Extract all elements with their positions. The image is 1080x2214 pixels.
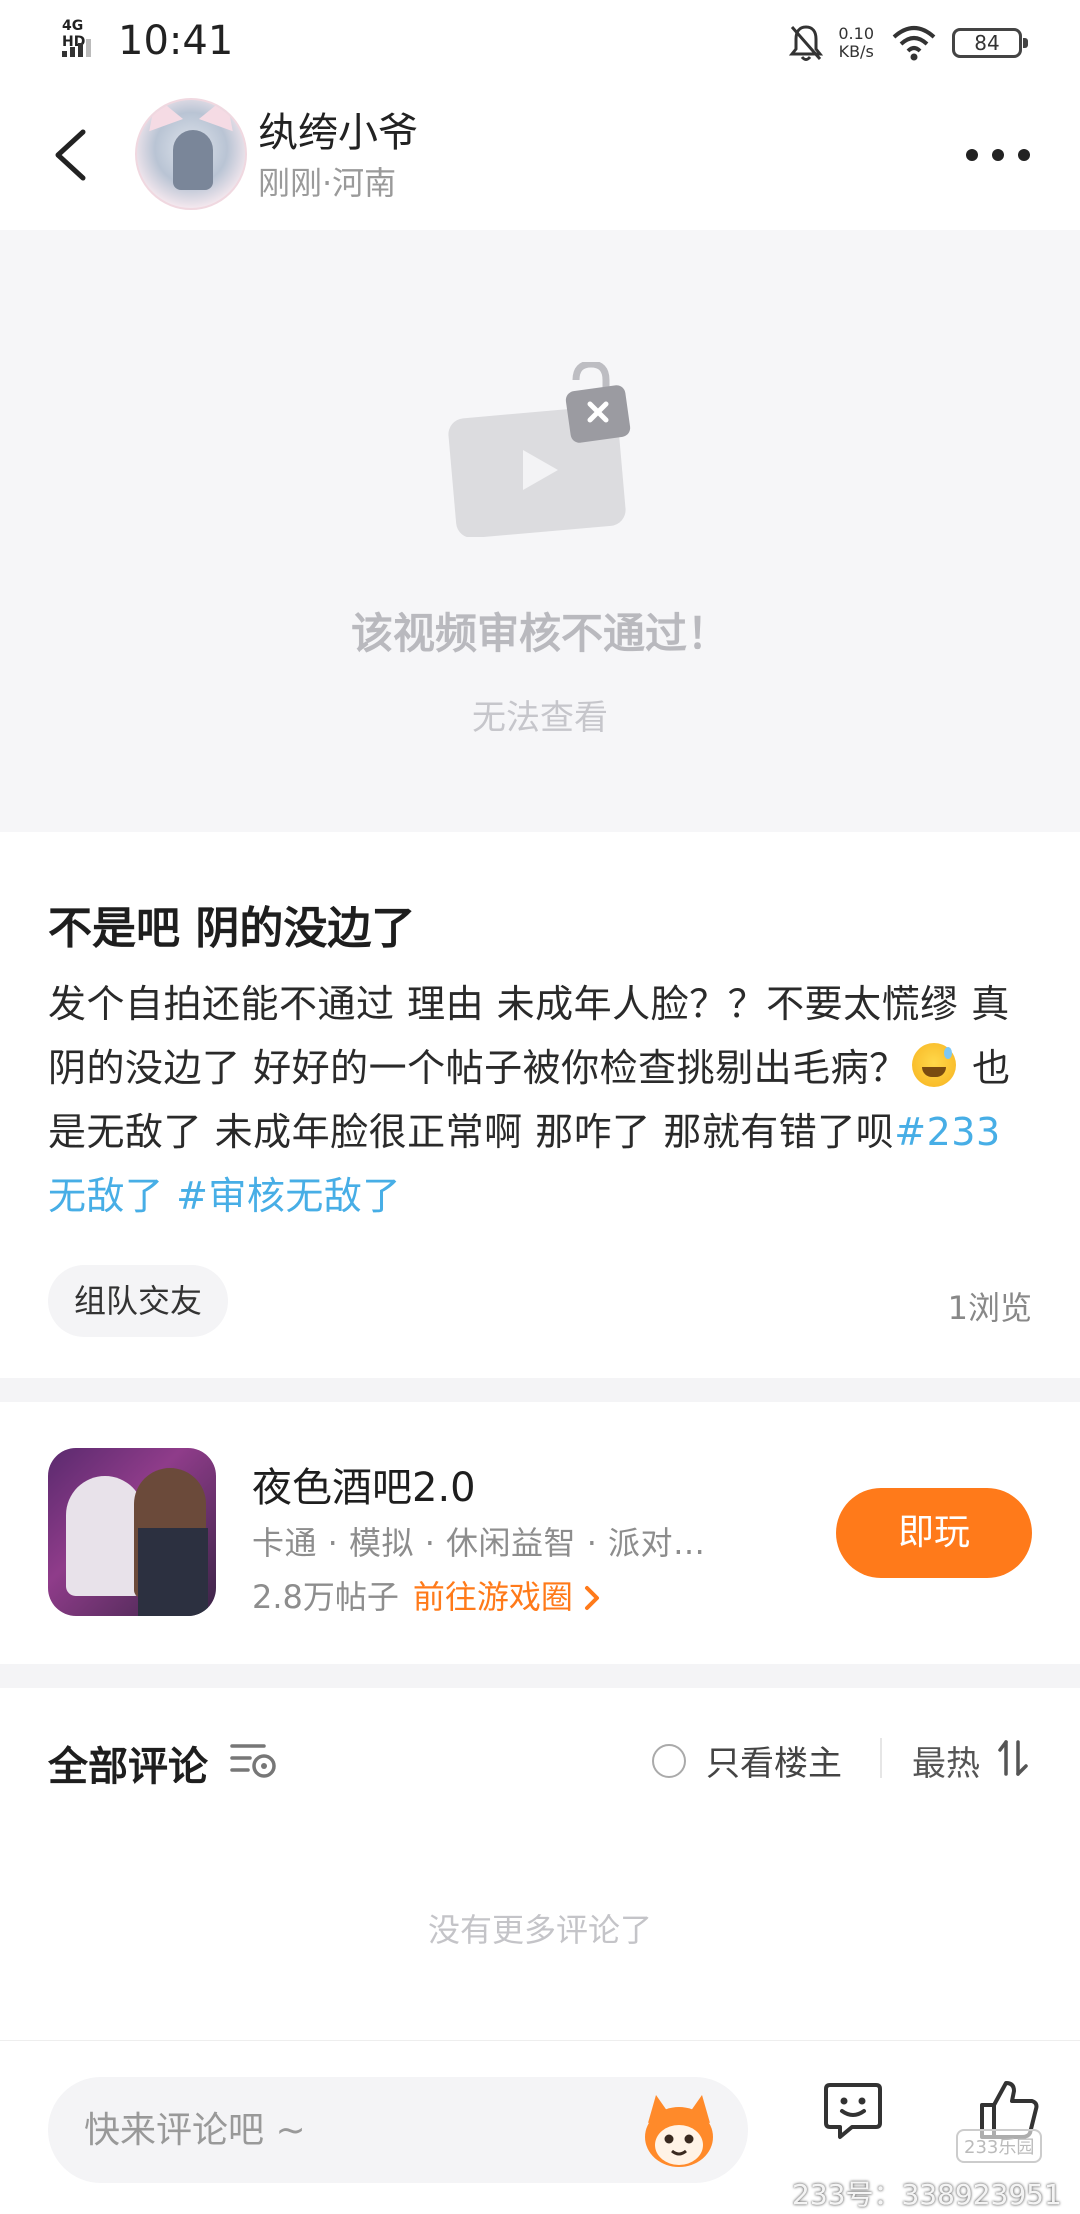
game-circle-link[interactable]: 前往游戏圈 (413, 1578, 601, 1616)
more-icon[interactable] (966, 135, 1030, 175)
separator (880, 1738, 882, 1778)
author-meta: 刚刚·河南 (258, 164, 397, 202)
status-icons: 0.10 KB/s 84 (788, 18, 1028, 68)
watermark-logo: 233乐园 (956, 2129, 1043, 2163)
sweat-smile-emoji-icon (911, 1043, 956, 1087)
battery-level: 84 (974, 31, 1000, 55)
video-placeholder: 该视频审核不通过！ 无法查看 (0, 230, 1080, 832)
post-body-text-1: 发个自拍还能不通过 理由 未成年人脸？？不要太慌缪 真阴的没边了 好好的一个帖子… (48, 982, 1010, 1090)
no-more-comments: 没有更多评论了 (427, 1911, 652, 1949)
game-post-info: 2.8万帖子 前往游戏圈 (252, 1572, 601, 1618)
watermark-text: 233号：338923951 (792, 2178, 1062, 2211)
avatar[interactable] (135, 98, 247, 210)
emoji-icon[interactable] (822, 2081, 884, 2143)
sort-hot-button[interactable]: 最热 (912, 1736, 980, 1785)
network-speed: 0.10 KB/s (838, 25, 874, 61)
game-tags: 卡通 · 模拟 · 休闲益智 · 派对… (252, 1524, 706, 1562)
video-blocked-subtitle: 无法查看 (472, 698, 608, 738)
topic-tag[interactable]: 组队交友 (48, 1265, 229, 1337)
game-post-count: 2.8万帖子 (252, 1578, 399, 1616)
only-owner-toggle[interactable]: 只看楼主 (652, 1736, 842, 1785)
battery-icon: 84 (952, 28, 1028, 58)
blocked-video-icon (448, 362, 631, 537)
post-body: 发个自拍还能不通过 理由 未成年人脸？？不要太慌缪 真阴的没边了 好好的一个帖子… (48, 972, 1038, 1228)
author-name[interactable]: 纨绔小爷 (258, 100, 418, 158)
game-icon[interactable] (48, 1448, 216, 1616)
hashtag-link[interactable]: #审核无敌了 (164, 1174, 401, 1218)
radio-icon[interactable] (652, 1743, 686, 1778)
status-bar: 4G HD 10:41 0.10 KB/s 84 (0, 0, 1080, 80)
play-button[interactable]: 即玩 (836, 1488, 1032, 1578)
view-count: 1浏览 (947, 1289, 1032, 1327)
speed-value: 0.10 (838, 24, 874, 43)
mute-bell-icon (789, 25, 824, 61)
back-button[interactable] (46, 120, 94, 190)
back-arrow-icon (55, 129, 86, 181)
comments-title: 全部评论 (48, 1744, 208, 1790)
video-blocked-title: 该视频审核不通过！ (350, 609, 729, 658)
signal-icon: 4G HD (60, 18, 110, 58)
post-header: 纨绔小爷 刚刚·河南 (0, 80, 1080, 230)
bottom-bar: 233乐园 233号：338923951 (0, 2040, 1080, 2214)
wifi-icon (892, 26, 936, 61)
section-divider (0, 1378, 1080, 1402)
game-circle-link-label: 前往游戏圈 (412, 1578, 573, 1616)
sort-icon[interactable] (998, 1738, 1032, 1778)
chevron-right-icon (585, 1586, 600, 1610)
section-divider (0, 1664, 1080, 1688)
filter-icon[interactable] (230, 1740, 280, 1780)
only-owner-label: 只看楼主 (706, 1744, 842, 1784)
clock: 10:41 (118, 18, 234, 64)
game-name[interactable]: 夜色酒吧2.0 (252, 1455, 476, 1513)
mascot-icon[interactable] (638, 2093, 720, 2171)
speed-unit: KB/s (838, 42, 874, 61)
post-title: 不是吧 阴的没边了 (48, 903, 416, 954)
